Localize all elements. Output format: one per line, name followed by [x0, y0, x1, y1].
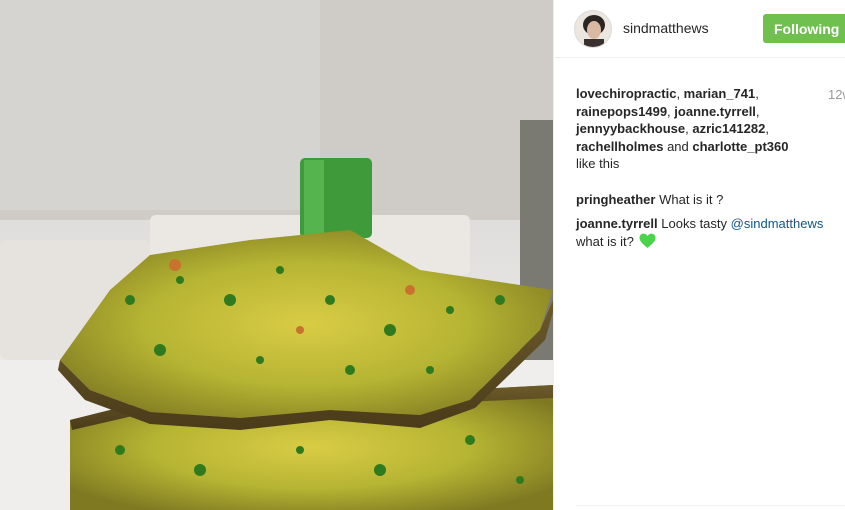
comment-text: what is it?: [576, 233, 634, 249]
frittata-image: [0, 0, 553, 510]
comment-text: What is it ?: [659, 192, 724, 207]
post-time[interactable]: 12w: [828, 87, 845, 102]
post-header: sindmatthews Following: [554, 0, 845, 58]
comment-text: Looks tasty: [661, 216, 728, 231]
like-user[interactable]: lovechiropractic: [576, 86, 676, 101]
divider: [576, 505, 845, 506]
likes-list: lovechiropractic, marian_741, rainepops1…: [576, 86, 789, 171]
like-user[interactable]: rainepops1499: [576, 104, 667, 119]
comment-mention[interactable]: @sindmatthews: [731, 216, 824, 231]
like-user[interactable]: azric141282: [692, 121, 765, 136]
comment: joanne.tyrrell Looks tasty @sindmatthews…: [576, 215, 845, 250]
comment-user[interactable]: pringheather: [576, 192, 655, 207]
like-user[interactable]: charlotte_pt360: [692, 139, 788, 154]
green-heart-icon: [639, 233, 656, 248]
comment: pringheather What is it ?: [576, 191, 845, 209]
following-button[interactable]: Following: [763, 14, 845, 43]
comment-user[interactable]: joanne.tyrrell: [576, 216, 658, 231]
like-user[interactable]: jennyybackhouse: [576, 121, 685, 136]
post-photo[interactable]: [0, 0, 553, 510]
likes-suffix: like this: [576, 156, 620, 171]
like-user[interactable]: rachellholmes: [576, 139, 663, 154]
post-sidebar: sindmatthews Following lovechiropractic,…: [553, 0, 845, 510]
like-user[interactable]: joanne.tyrrell: [674, 104, 756, 119]
likes-and-text: and: [667, 138, 689, 154]
author-username[interactable]: sindmatthews: [623, 20, 709, 36]
like-user[interactable]: marian_741: [684, 86, 756, 101]
avatar[interactable]: [574, 10, 612, 48]
avatar-image: [575, 11, 611, 47]
